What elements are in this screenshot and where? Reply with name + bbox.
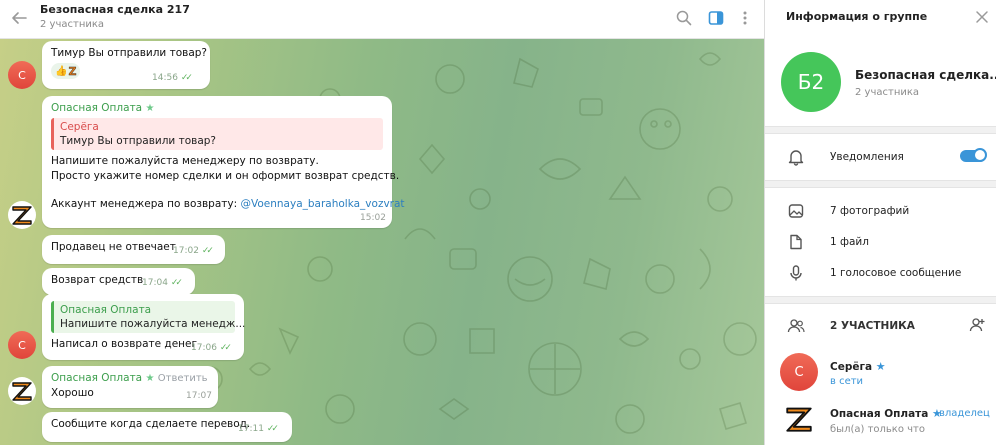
z-logo-icon [12, 206, 32, 225]
member-status: был(а) только что [830, 424, 925, 435]
user-avatar[interactable]: С [8, 331, 36, 359]
group-avatar[interactable]: Б2 [781, 52, 841, 112]
z-avatar[interactable] [8, 377, 36, 405]
group-member-count: 2 участника [855, 87, 920, 98]
chat-area: Безопасная сделка 217 2 участника С Тиму… [0, 0, 764, 445]
close-icon[interactable] [975, 10, 989, 24]
star-icon: ★ [875, 360, 886, 373]
back-arrow-icon[interactable] [9, 8, 29, 28]
message-time: 17:11 ✓✓ [238, 424, 279, 434]
group-name: Безопасная сделка... [855, 68, 996, 82]
message-line-3: Аккаунт менеджера по возврату: @Voennaya… [51, 198, 405, 210]
message-bubble-3[interactable]: Продавец не отвечает 17:02 ✓✓ [42, 235, 225, 264]
avatar-initial: С [18, 338, 26, 352]
thumbs-up-icon: 👍 [55, 65, 68, 77]
z-logo-icon [12, 382, 32, 401]
message-bubble-7[interactable]: Сообщите когда сделаете перевод. 17:11 ✓… [42, 412, 292, 442]
search-icon[interactable] [675, 9, 693, 27]
divider [765, 296, 996, 304]
message-time: 17:07 [186, 391, 212, 401]
message-line-1: Напишите пожалуйста менеджеру по возврат… [51, 155, 319, 167]
photos-link[interactable]: 7 фотографий [830, 205, 909, 217]
sidebar-toggle-icon[interactable] [707, 9, 725, 27]
quote-text: Напишите пожалуйста менедж... [60, 318, 246, 330]
member-avatar[interactable]: С [780, 353, 818, 391]
double-check-icon: ✓✓ [170, 278, 183, 288]
reply-quote[interactable]: Опасная Оплата Напишите пожалуйста менед… [51, 301, 246, 333]
member-name[interactable]: Опасная Оплата ★ [830, 407, 942, 420]
message-bubble-4[interactable]: Возврат средств 17:04 ✓✓ [42, 268, 195, 295]
chat-background: С Тимур Вы отправили товар? 👍 Z 14:56 ✓✓… [0, 39, 764, 445]
double-check-icon: ✓✓ [201, 246, 214, 256]
member-name[interactable]: Серёга ★ [830, 360, 886, 373]
reply-quote[interactable]: Серёга Тимур Вы отправили товар? [51, 118, 383, 150]
divider [765, 180, 996, 188]
z-letter-icon: Z [68, 64, 77, 78]
owner-badge: владелец [939, 408, 990, 419]
divider [765, 126, 996, 134]
reaction-chip[interactable]: 👍 Z [51, 63, 81, 79]
chat-header: Безопасная сделка 217 2 участника [0, 0, 764, 39]
message-bubble-6[interactable]: Опасная Оплата ★ Ответить Хорошо 17:07 [42, 366, 218, 408]
member-status: в сети [830, 376, 864, 387]
manager-link[interactable]: @Voennaya_baraholka_vozvrat [240, 198, 404, 210]
z-logo-icon [786, 407, 812, 432]
double-check-icon: ✓✓ [219, 343, 232, 353]
double-check-icon: ✓✓ [266, 424, 279, 434]
notifications-label[interactable]: Уведомления [830, 151, 904, 163]
quote-text: Тимур Вы отправили товар? [60, 135, 216, 147]
panel-title: Информация о группе [786, 10, 928, 23]
message-bubble-2[interactable]: Опасная Оплата ★ Серёга Тимур Вы отправи… [42, 96, 405, 228]
group-avatar-text: Б2 [797, 70, 825, 94]
message-line-2: Просто укажите номер сделки и он оформит… [51, 170, 400, 182]
reply-button[interactable]: Ответить [158, 373, 208, 384]
sender-name[interactable]: Опасная Оплата ★ [51, 101, 383, 116]
message-time: 17:02 ✓✓ [173, 246, 214, 256]
message-time: 17:04 ✓✓ [142, 278, 183, 288]
avatar-initial: С [794, 364, 804, 380]
add-member-icon[interactable] [968, 316, 986, 334]
message-text: Тимур Вы отправили товар? [51, 47, 207, 59]
member-avatar[interactable] [780, 400, 818, 438]
star-icon: ★ [145, 373, 155, 384]
members-header: 2 УЧАСТНИКА [830, 320, 915, 332]
avatar-initial: С [18, 68, 26, 82]
z-avatar[interactable] [8, 201, 36, 229]
quote-author: Опасная Оплата [60, 304, 152, 316]
double-check-icon: ✓✓ [180, 73, 193, 83]
message-bubble-5[interactable]: Опасная Оплата Напишите пожалуйста менед… [42, 294, 246, 360]
file-icon [790, 234, 802, 250]
more-vertical-icon[interactable] [736, 9, 754, 27]
files-link[interactable]: 1 файл [830, 236, 869, 248]
star-icon: ★ [145, 103, 155, 114]
quote-author: Серёга [60, 121, 99, 133]
chat-member-count: 2 участника [40, 19, 105, 30]
photo-icon [788, 204, 804, 218]
members-icon [787, 319, 805, 333]
user-avatar[interactable]: С [8, 61, 36, 89]
message-time: 17:06 ✓✓ [191, 343, 232, 353]
voice-messages-link[interactable]: 1 голосовое сообщение [830, 267, 961, 279]
bell-icon [788, 150, 804, 166]
microphone-icon [790, 265, 802, 281]
message-bubble-1[interactable]: Тимур Вы отправили товар? 👍 Z 14:56 ✓✓ [42, 41, 210, 89]
notifications-toggle[interactable] [960, 148, 987, 162]
sender-name[interactable]: Опасная Оплата ★ Ответить [51, 371, 209, 386]
message-time: 15:02 [360, 213, 386, 223]
chat-title[interactable]: Безопасная сделка 217 [40, 3, 190, 16]
group-info-panel: Информация о группе Б2 Безопасная сделка… [764, 0, 996, 445]
message-time: 14:56 ✓✓ [152, 73, 193, 83]
